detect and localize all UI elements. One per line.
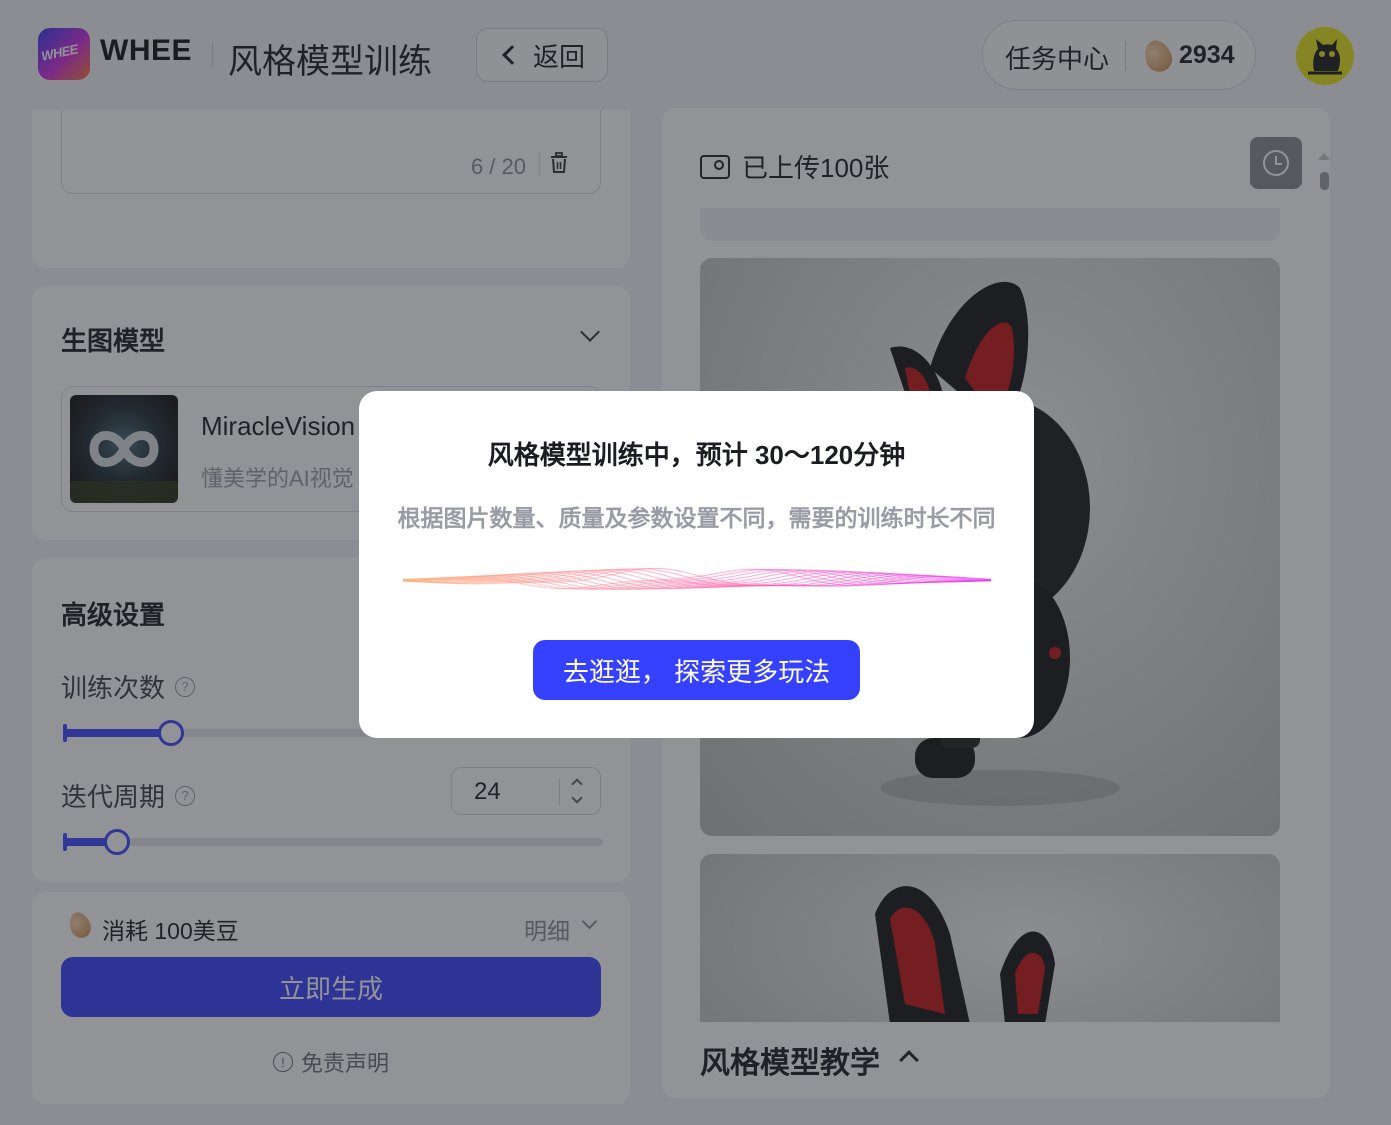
progress-wave-animation xyxy=(403,567,991,590)
app-root: WHEE WHEE 风格模型训练 返回 任务中心 2934 6 / 20 xyxy=(0,0,1391,1125)
modal-subtitle: 根据图片数量、质量及参数设置不同，需要的训练时长不同 xyxy=(397,505,996,531)
training-modal: 风格模型训练中，预计 30～120分钟 根据图片数量、质量及参数设置不同，需要的… xyxy=(359,391,1034,738)
modal-title: 风格模型训练中，预计 30～120分钟 xyxy=(487,440,906,470)
explore-button[interactable]: 去逛逛， 探索更多玩法 xyxy=(533,640,860,700)
